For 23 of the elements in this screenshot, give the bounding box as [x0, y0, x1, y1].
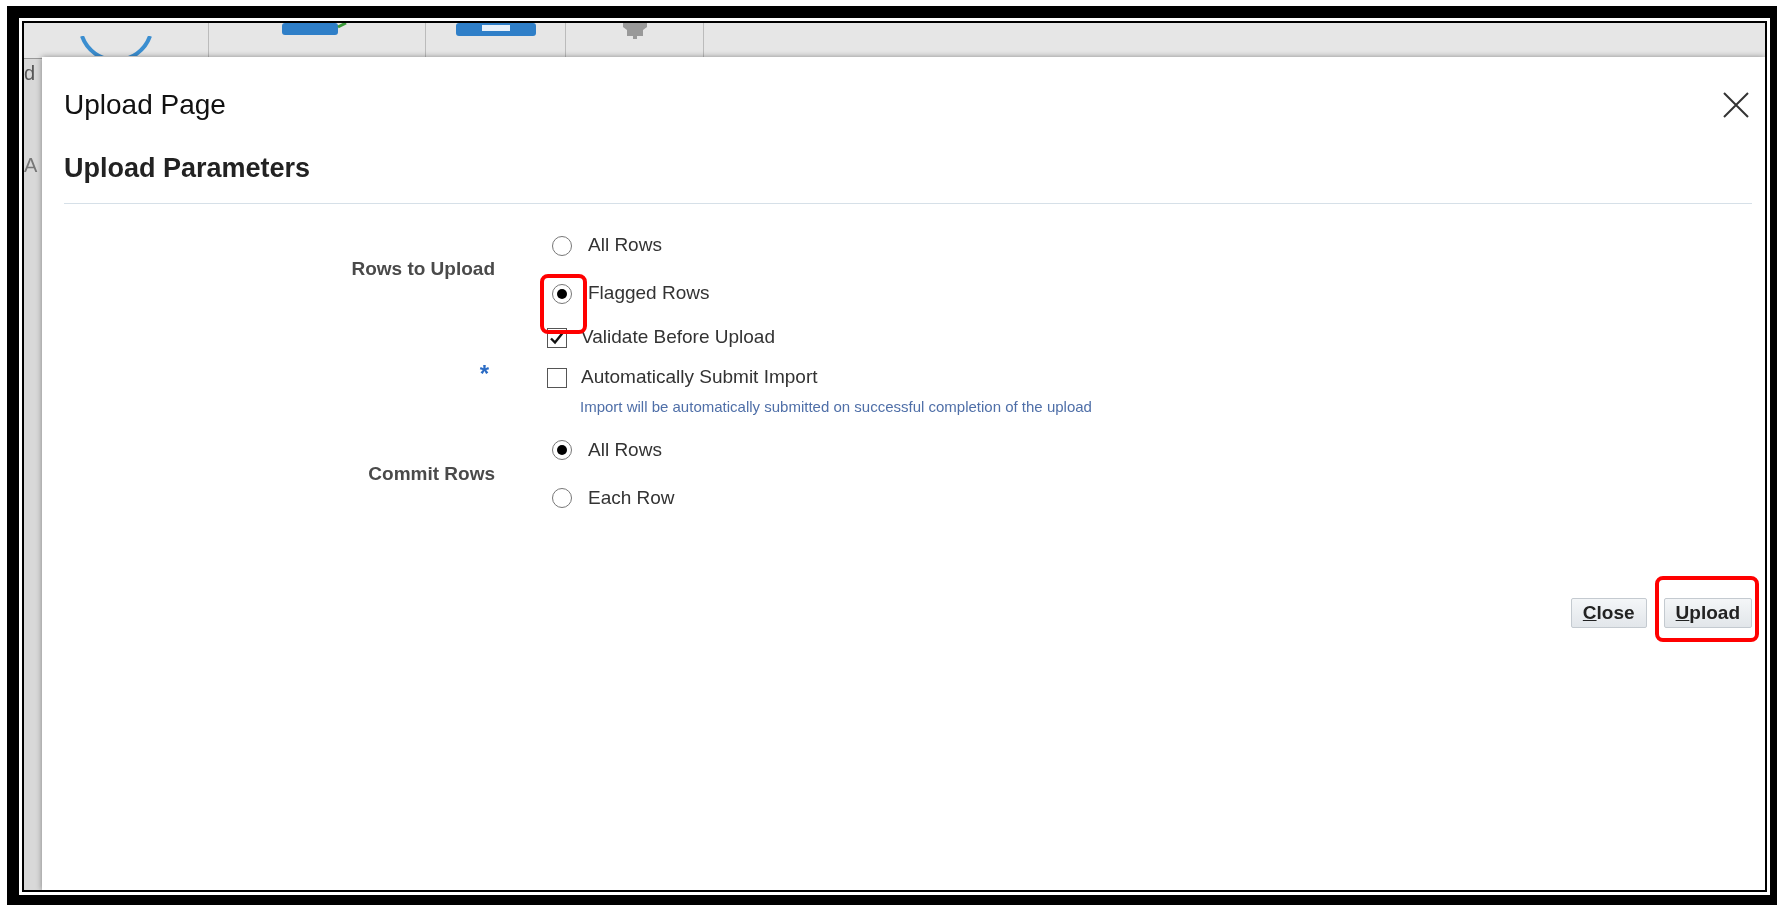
- background-text: A: [24, 155, 39, 175]
- option-label: All Rows: [588, 233, 662, 258]
- section-title: Upload Parameters: [64, 152, 312, 185]
- hint-text: Import will be automatically submitted on successful completion of the upload: [580, 396, 1092, 417]
- document-icon: [455, 23, 536, 37]
- radio-button[interactable]: [552, 440, 572, 460]
- option-label: All Rows: [588, 437, 662, 462]
- close-button[interactable]: Close: [1570, 598, 1647, 628]
- radio-button[interactable]: [552, 283, 572, 304]
- field-label: Commit Rows: [368, 461, 495, 486]
- field-label: Rows to Upload: [351, 257, 495, 282]
- dialog-title: Upload Page: [64, 88, 226, 122]
- required-mark: *: [479, 361, 489, 386]
- radio-button[interactable]: [552, 488, 572, 508]
- upload-button[interactable]: Upload: [1663, 598, 1752, 628]
- checkbox-label: Automatically Submit Import: [581, 365, 818, 390]
- background-text: d: [24, 63, 37, 83]
- close-icon[interactable]: [1722, 91, 1750, 119]
- checkbox-label: Validate Before Upload: [581, 325, 775, 350]
- option-label: Flagged Rows: [588, 281, 710, 306]
- radio-button[interactable]: [552, 235, 572, 256]
- checkbox[interactable]: [547, 367, 567, 388]
- option-label: Each Row: [588, 485, 675, 510]
